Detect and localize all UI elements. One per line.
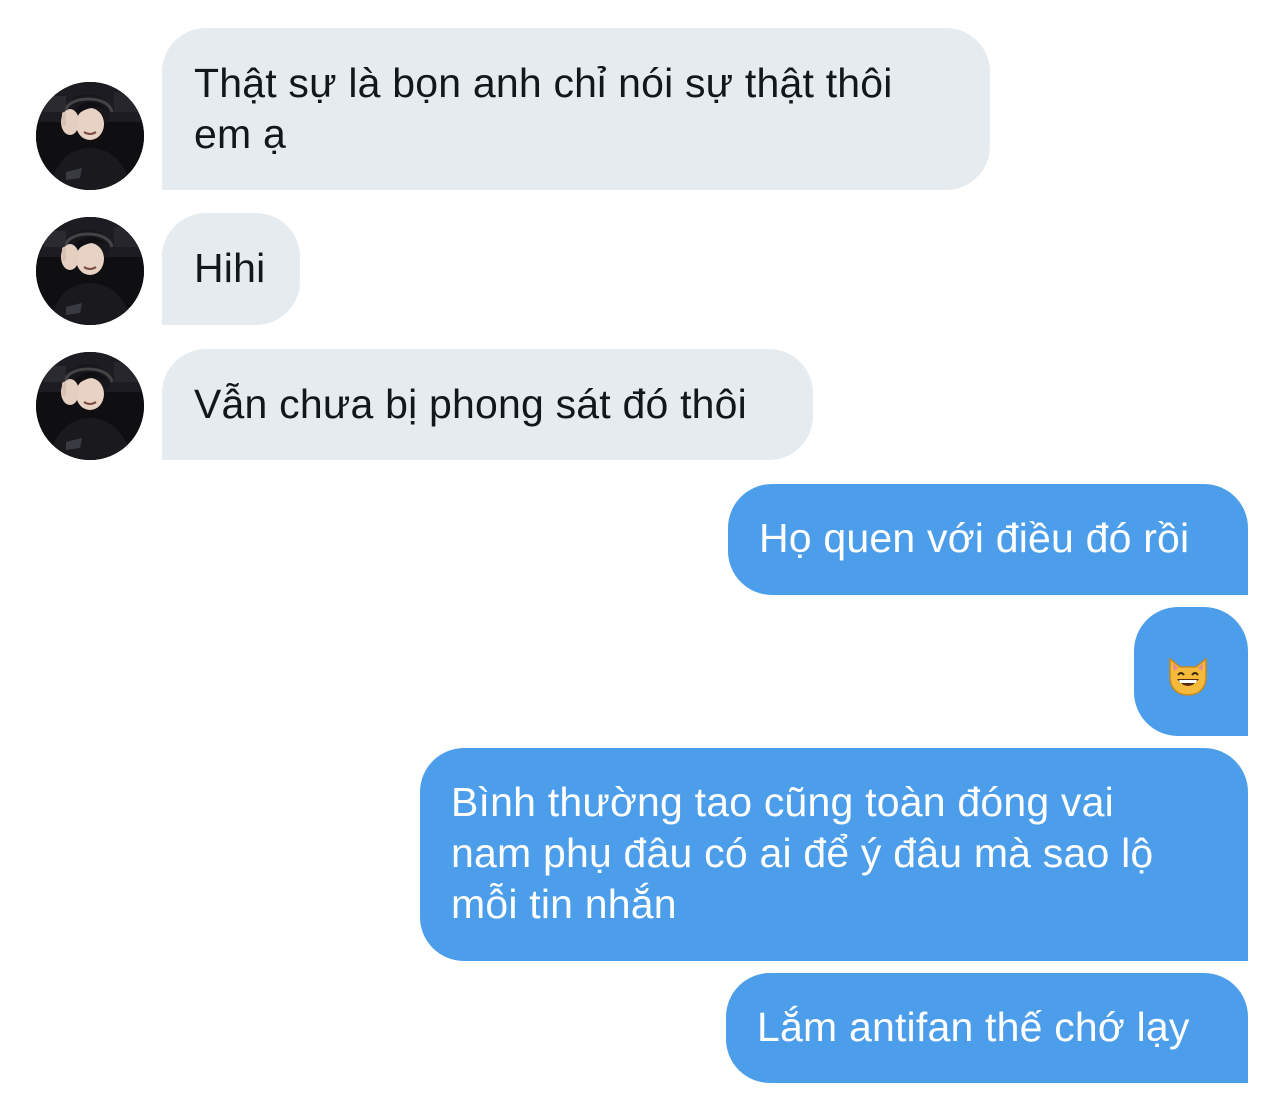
message-text-line: Bình thường tao cũng toàn đóng vai [451, 779, 1114, 825]
message-text-line: nam phụ đâu có ai để ý đâu mà sao lộ [451, 830, 1154, 876]
grinning-cat-emoji-icon [1169, 657, 1207, 696]
message-text-line: Thật sự là bọn anh chỉ nói sự thật thôi [194, 60, 893, 106]
sender-avatar[interactable] [36, 82, 144, 190]
sent-message-bubble[interactable]: Lắm antifan thế chớ lạy [726, 973, 1248, 1083]
sent-message-bubble[interactable]: Họ quen với điều đó rồi [728, 484, 1248, 595]
message-text-line: em ạ [194, 111, 286, 157]
sender-avatar[interactable] [36, 217, 144, 325]
message-text-line: Hihi [194, 245, 266, 291]
message-text-line: Vẫn chưa bị phong sát đó thôi [194, 381, 747, 427]
received-message-bubble[interactable]: Vẫn chưa bị phong sát đó thôi [162, 349, 813, 460]
received-message-bubble[interactable]: Thật sự là bọn anh chỉ nói sự thật thôi … [162, 28, 990, 190]
sent-message-bubble[interactable]: Bình thường tao cũng toàn đóng vai nam p… [420, 748, 1248, 961]
message-text-line: Lắm antifan thế chớ lạy [757, 1004, 1190, 1050]
avatar-icon [36, 217, 144, 325]
avatar-icon [36, 82, 144, 190]
received-message-bubble[interactable]: Hihi [162, 213, 300, 325]
sender-avatar[interactable] [36, 352, 144, 460]
message-text-line: mỗi tin nhắn [451, 881, 677, 927]
message-text-line: Họ quen với điều đó rồi [759, 515, 1190, 561]
sent-emoji-bubble[interactable] [1134, 607, 1248, 736]
avatar-icon [36, 352, 144, 460]
